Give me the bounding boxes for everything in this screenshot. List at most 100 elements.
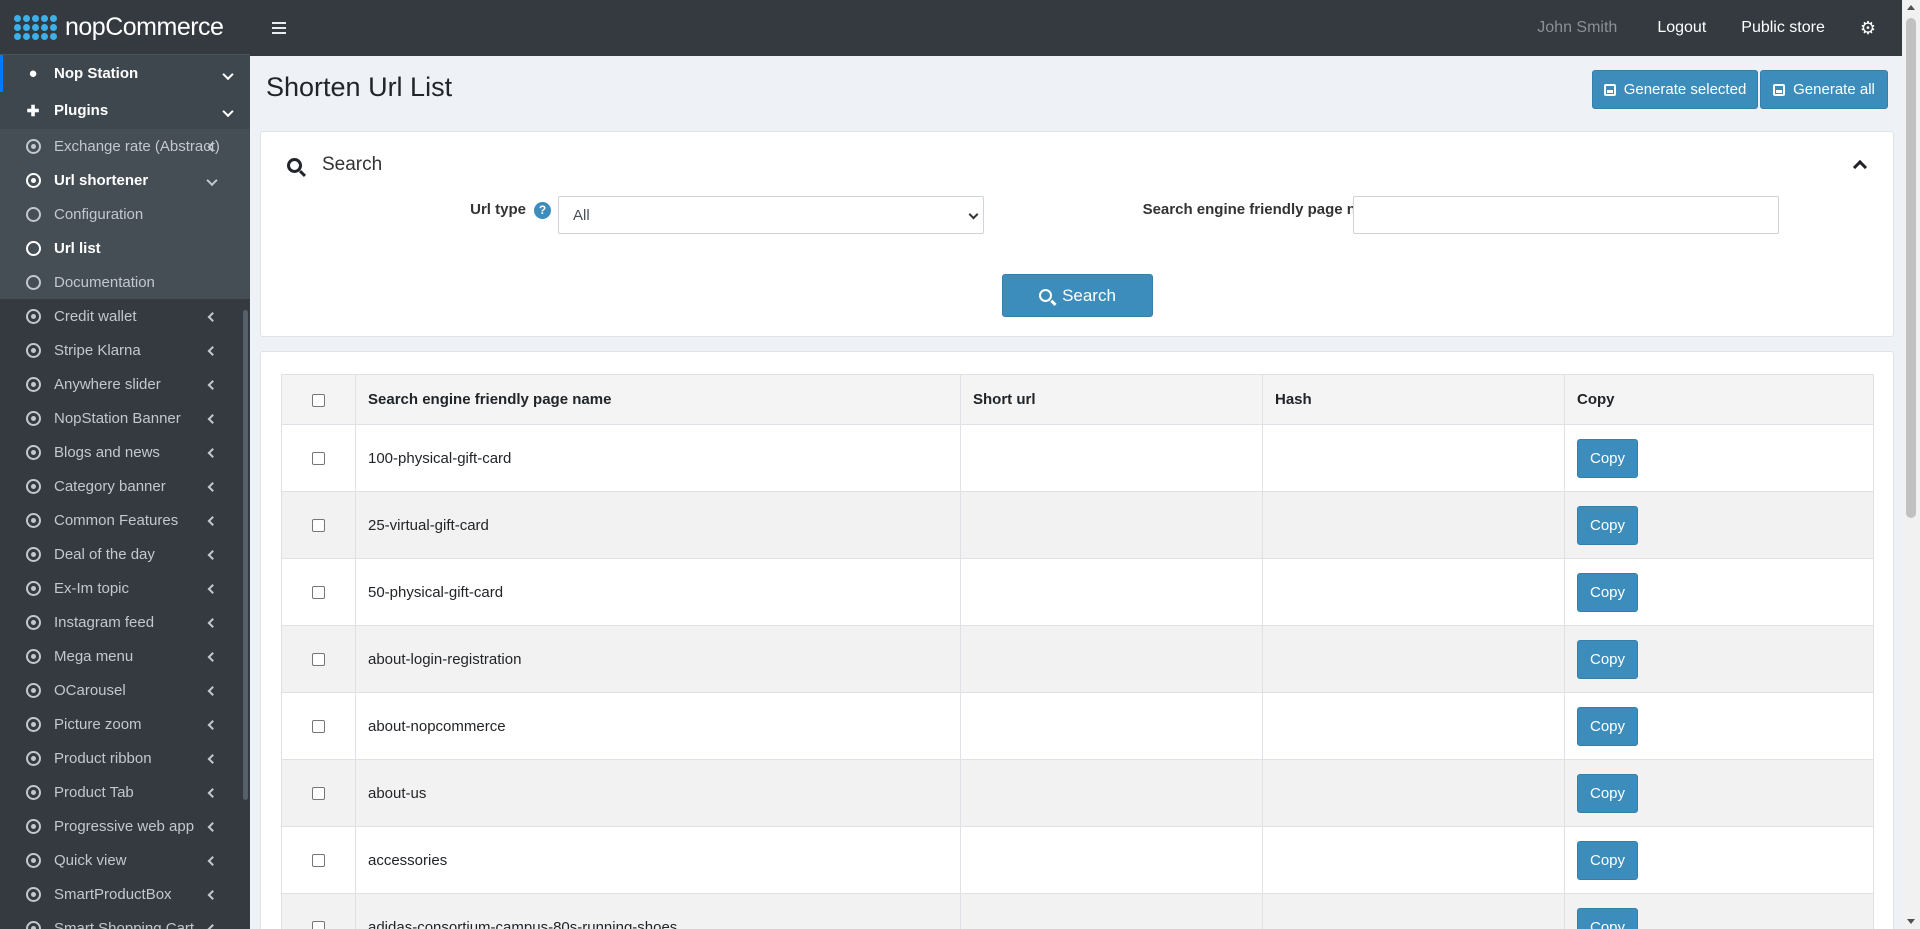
column-header-sename[interactable]: Search engine friendly page name <box>355 374 961 425</box>
copy-button[interactable]: Copy <box>1577 907 1638 929</box>
generate-selected-button[interactable]: Generate selected <box>1592 70 1758 109</box>
sidebar-item-product-ribbon[interactable]: Product ribbon <box>0 741 250 775</box>
sidebar-item-picture-zoom[interactable]: Picture zoom <box>0 707 250 741</box>
public-store-link[interactable]: Public store <box>1741 19 1825 37</box>
table-row: accessories Copy <box>281 826 1874 894</box>
cell-hash <box>1262 893 1565 929</box>
sidebar-item-category-banner[interactable]: Category banner <box>0 469 250 503</box>
sidebar-item-configuration[interactable]: Configuration <box>0 197 250 231</box>
sidebar-item-label: Smart Shopping Cart <box>54 919 195 929</box>
table-body: 100-physical-gift-card Copy 25-virtual-gif… <box>281 424 1874 929</box>
current-user[interactable]: John Smith <box>1537 19 1617 37</box>
chevron-left-icon <box>207 581 218 596</box>
copy-button[interactable]: Copy <box>1577 840 1638 880</box>
sidebar-item-stripe-klarna[interactable]: Stripe Klarna <box>0 333 250 367</box>
copy-button[interactable]: Copy <box>1577 773 1638 813</box>
sidebar-item-label: Exchange rate (Abstract) <box>54 137 220 155</box>
sidebar-item-blogs-and-news[interactable]: Blogs and news <box>0 435 250 469</box>
url-list-panel: Search engine friendly page name Short u… <box>260 351 1894 929</box>
cell-copy: Copy <box>1564 692 1874 760</box>
row-checkbox[interactable] <box>312 586 325 600</box>
sidebar-item-progressive-web-app[interactable]: Progressive web app <box>0 809 250 843</box>
sidebar-item-smart-shopping-cart[interactable]: Smart Shopping Cart <box>0 911 250 929</box>
cell-copy: Copy <box>1564 491 1874 559</box>
sidebar-scrollbar[interactable] <box>243 310 248 800</box>
row-checkbox[interactable] <box>312 921 325 929</box>
logout-link[interactable]: Logout <box>1657 19 1706 37</box>
cell-hash <box>1262 826 1565 894</box>
circle-dot-icon <box>25 512 41 528</box>
sidebar-item-nop-station[interactable]: ● Nop Station <box>0 55 250 92</box>
chevron-left-icon <box>207 853 218 868</box>
chevron-left-icon <box>207 751 218 766</box>
hamburger-menu-icon[interactable] <box>272 22 286 34</box>
chevron-left-icon <box>207 683 218 698</box>
search-panel-header[interactable]: Search <box>287 154 382 176</box>
sidebar-item-nopstation-banner[interactable]: NopStation Banner <box>0 401 250 435</box>
chevron-left-icon <box>207 411 218 426</box>
sidebar-item-common-features[interactable]: Common Features <box>0 503 250 537</box>
sidebar-item-url-shortener[interactable]: Url shortener <box>0 163 250 197</box>
column-header-copy[interactable]: Copy <box>1564 374 1874 425</box>
collapse-chevron-icon[interactable] <box>1852 159 1868 175</box>
main-content: Shorten Url List Generate selected Gener… <box>250 56 1902 929</box>
row-checkbox[interactable] <box>312 452 325 466</box>
sidebar-item-url-list[interactable]: Url list <box>0 231 250 265</box>
row-select-cell <box>281 491 356 559</box>
table-row: adidas-consortium-campus-80s-running-sho… <box>281 893 1874 929</box>
copy-button[interactable]: Copy <box>1577 572 1638 612</box>
generate-all-button[interactable]: Generate all <box>1760 70 1888 109</box>
sidebar-item-ex-im-topic[interactable]: Ex-Im topic <box>0 571 250 605</box>
cell-copy: Copy <box>1564 558 1874 626</box>
copy-button[interactable]: Copy <box>1577 639 1638 679</box>
cell-sename: about-us <box>355 759 961 827</box>
chevron-left-icon <box>207 717 218 732</box>
circle-dot-icon <box>25 444 41 460</box>
sidebar-item-mega-menu[interactable]: Mega menu <box>0 639 250 673</box>
sename-input[interactable] <box>1353 196 1779 234</box>
scroll-up-icon[interactable] <box>1907 5 1915 10</box>
cell-hash <box>1262 491 1565 559</box>
row-checkbox[interactable] <box>312 653 325 667</box>
sidebar-item-deal-of-the-day[interactable]: Deal of the day <box>0 537 250 571</box>
column-header-short-url[interactable]: Short url <box>960 374 1263 425</box>
row-checkbox[interactable] <box>312 519 325 533</box>
sidebar-item-credit-wallet[interactable]: Credit wallet <box>0 299 250 333</box>
copy-button[interactable]: Copy <box>1577 438 1638 478</box>
sidebar-item-plugins[interactable]: ✚ Plugins <box>0 92 250 129</box>
scroll-thumb[interactable] <box>1906 18 1916 518</box>
sidebar-item-documentation[interactable]: Documentation <box>0 265 250 299</box>
row-checkbox[interactable] <box>312 854 325 868</box>
sidebar-item-label: Configuration <box>54 205 144 223</box>
cell-copy: Copy <box>1564 759 1874 827</box>
search-panel: Search Url type? All Search engine frien… <box>260 131 1894 337</box>
brand-logo[interactable]: nopCommerce <box>0 0 250 55</box>
cell-sename: adidas-consortium-campus-80s-running-sho… <box>355 893 961 929</box>
settings-gears-icon[interactable]: ⚙ <box>1860 18 1876 39</box>
page-scrollbar[interactable] <box>1902 0 1920 929</box>
sidebar-item-quick-view[interactable]: Quick view <box>0 843 250 877</box>
row-checkbox[interactable] <box>312 720 325 734</box>
sidebar-item-ocarousel[interactable]: OCarousel <box>0 673 250 707</box>
sidebar-item-instagram-feed[interactable]: Instagram feed <box>0 605 250 639</box>
sidebar-item-product-tab[interactable]: Product Tab <box>0 775 250 809</box>
sidebar-item-smartproductbox[interactable]: SmartProductBox <box>0 877 250 911</box>
column-header-hash[interactable]: Hash <box>1262 374 1565 425</box>
top-navbar: John Smith Logout Public store ⚙ <box>250 0 1902 56</box>
sidebar-item-label: Instagram feed <box>54 613 155 631</box>
sidebar-item-exchange-rate-abstract[interactable]: Exchange rate (Abstract) <box>0 129 250 163</box>
sidebar: nopCommerce ● Nop Station ✚ Plugins Exchange… <box>0 0 250 929</box>
sidebar-item-label: Stripe Klarna <box>54 341 141 359</box>
scroll-down-icon[interactable] <box>1907 919 1915 924</box>
circle-dot-icon <box>25 920 41 929</box>
help-icon[interactable]: ? <box>534 201 551 219</box>
cell-sename: about-login-registration <box>355 625 961 693</box>
copy-button[interactable]: Copy <box>1577 706 1638 746</box>
url-type-selected-value: All <box>573 206 590 224</box>
select-all-checkbox[interactable] <box>312 393 325 407</box>
sidebar-item-anywhere-slider[interactable]: Anywhere slider <box>0 367 250 401</box>
search-button[interactable]: Search <box>1002 274 1153 317</box>
row-checkbox[interactable] <box>312 787 325 801</box>
url-type-select[interactable]: All <box>558 196 984 234</box>
copy-button[interactable]: Copy <box>1577 505 1638 545</box>
